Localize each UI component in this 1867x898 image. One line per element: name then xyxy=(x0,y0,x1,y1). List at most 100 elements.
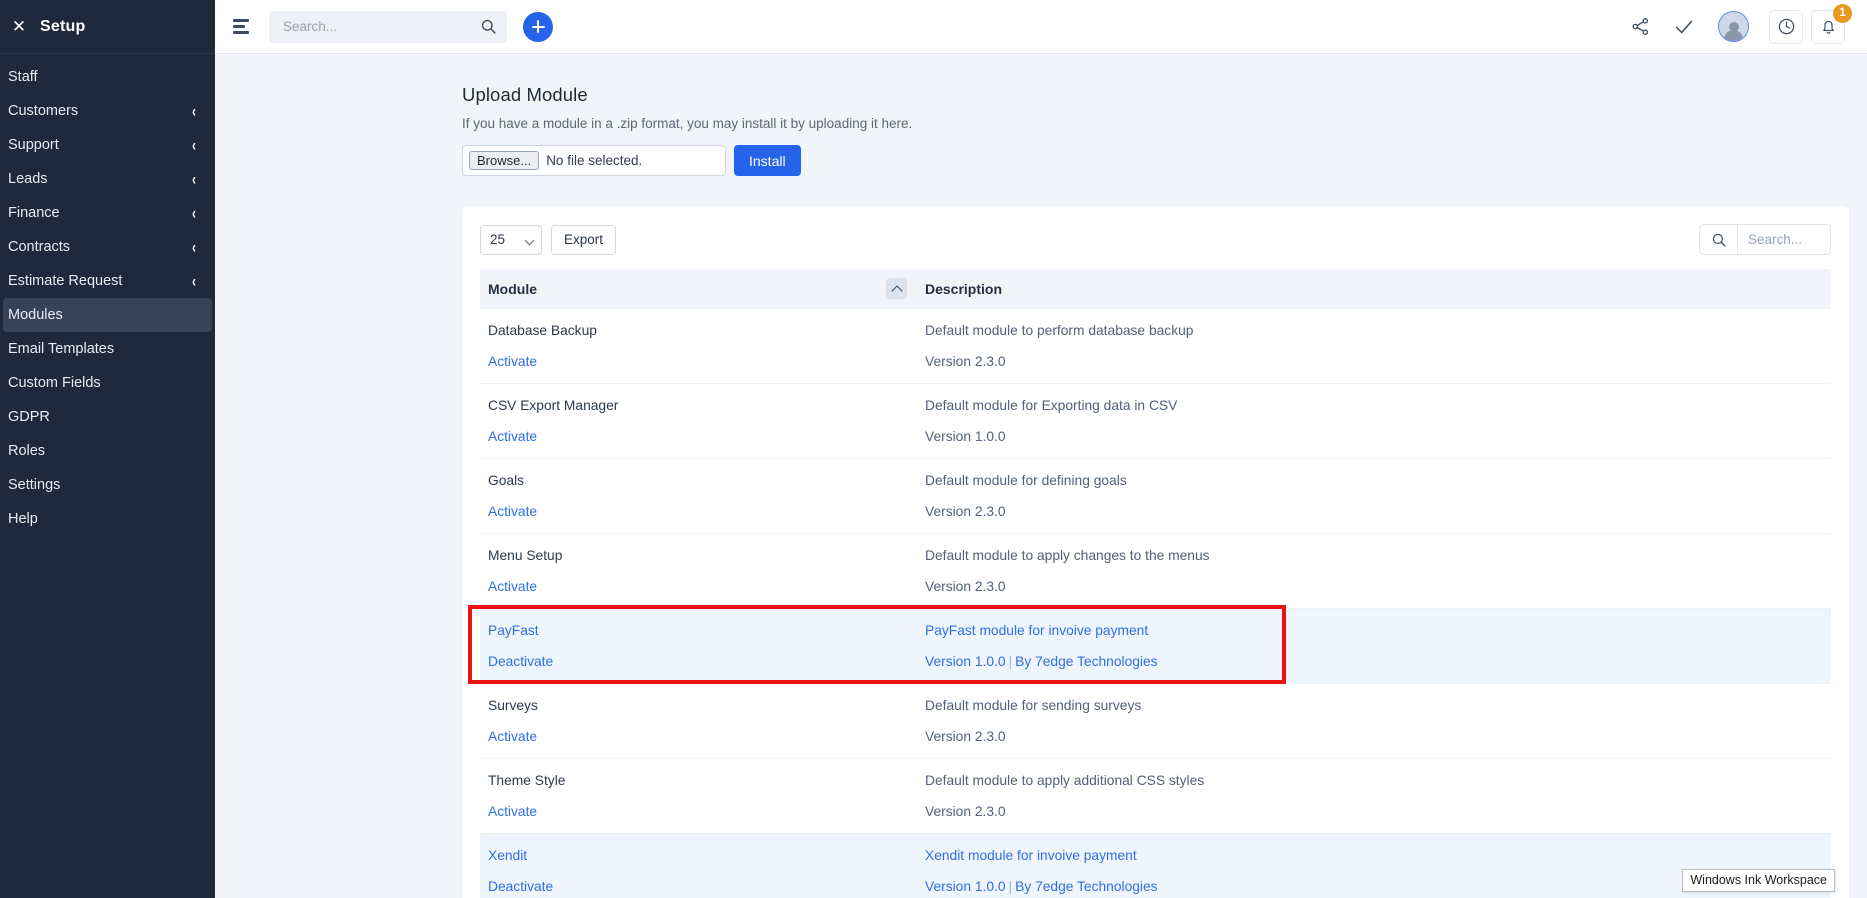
page-title: Upload Module xyxy=(462,84,1867,106)
module-description: Xendit module for invoive payment xyxy=(925,848,1831,863)
sidebar-item-help[interactable]: Help xyxy=(3,502,212,536)
cell-module: Surveys Activate xyxy=(480,684,917,759)
list-menu-icon[interactable] xyxy=(229,14,255,40)
upload-module-section: Upload Module If you have a module in a … xyxy=(215,84,1867,176)
table-body: Database BackupActivateDefault module to… xyxy=(480,309,1831,898)
global-search[interactable] xyxy=(269,11,507,43)
table-header-row: Module Description xyxy=(480,269,1831,309)
cell-module: Database Backup Activate xyxy=(480,309,917,384)
table-search[interactable] xyxy=(1699,224,1831,255)
module-name: PayFast xyxy=(488,623,917,638)
upload-description: If you have a module in a .zip format, y… xyxy=(462,116,1867,131)
module-version: Version 1.0.0 xyxy=(925,429,1006,444)
sidebar-item-label: Custom Fields xyxy=(8,375,198,391)
table-row: Database BackupActivateDefault module to… xyxy=(480,309,1831,384)
module-name: Theme Style xyxy=(488,773,917,788)
table-row: GoalsActivateDefault module for defining… xyxy=(480,459,1831,534)
module-action-link[interactable]: Activate xyxy=(488,729,917,744)
windows-ink-workspace-tooltip: Windows Ink Workspace xyxy=(1682,869,1835,892)
module-author: By 7edge Technologies xyxy=(1015,879,1157,894)
cell-description: Default module to apply additional CSS s… xyxy=(917,759,1831,834)
column-header-description[interactable]: Description xyxy=(917,269,1831,309)
sidebar-item-label: GDPR xyxy=(8,409,198,425)
module-version-line: Version 2.3.0 xyxy=(925,354,1831,369)
cell-module: Theme Style Activate xyxy=(480,759,917,834)
sidebar-item-estimate-request[interactable]: Estimate Request‹ xyxy=(3,264,212,298)
page-content: Upload Module If you have a module in a … xyxy=(215,54,1867,898)
module-version: Version 2.3.0 xyxy=(925,804,1006,819)
page-length-select[interactable]: 102550100 xyxy=(480,225,542,255)
module-action-link[interactable]: Activate xyxy=(488,354,917,369)
modules-card: 102550100 Export xyxy=(462,206,1849,898)
install-button[interactable]: Install xyxy=(734,145,801,176)
module-version-line: Version 1.0.0 xyxy=(925,429,1831,444)
browse-button[interactable]: Browse... xyxy=(469,151,539,170)
module-name: Surveys xyxy=(488,698,917,713)
cell-module: PayFast Deactivate xyxy=(480,609,917,684)
add-new-button[interactable] xyxy=(523,12,553,42)
sidebar-item-custom-fields[interactable]: Custom Fields xyxy=(3,366,212,400)
module-version: Version 2.3.0 xyxy=(925,504,1006,519)
sidebar-item-gdpr[interactable]: GDPR xyxy=(3,400,212,434)
sidebar-nav: StaffCustomers‹Support‹Leads‹Finance‹Con… xyxy=(0,54,215,536)
sidebar-item-finance[interactable]: Finance‹ xyxy=(3,196,212,230)
module-action-link[interactable]: Activate xyxy=(488,804,917,819)
table-toolbar: 102550100 Export xyxy=(480,220,1831,269)
column-header-module[interactable]: Module xyxy=(480,269,917,309)
sidebar-item-label: Roles xyxy=(8,443,198,459)
column-header-module-label: Module xyxy=(488,281,537,297)
upload-controls: Browse... No file selected. Install xyxy=(462,145,1867,176)
chevron-left-icon: ‹ xyxy=(192,204,196,223)
export-button[interactable]: Export xyxy=(551,225,616,255)
main-area: 1 Upload Module If you have a module in … xyxy=(215,0,1867,898)
cell-description: Default module for sending surveys Versio… xyxy=(917,684,1831,759)
chevron-left-icon: ‹ xyxy=(192,170,196,189)
chevron-left-icon: ‹ xyxy=(192,272,196,291)
search-input[interactable] xyxy=(283,19,480,34)
sidebar-item-support[interactable]: Support‹ xyxy=(3,128,212,162)
sidebar-item-contracts[interactable]: Contracts‹ xyxy=(3,230,212,264)
module-action-link[interactable]: Deactivate xyxy=(488,879,917,894)
sidebar-item-label: Finance xyxy=(8,205,192,221)
sidebar-item-customers[interactable]: Customers‹ xyxy=(3,94,212,128)
clock-icon[interactable] xyxy=(1769,10,1803,44)
table-head: Module Description xyxy=(480,269,1831,309)
sidebar-item-label: Contracts xyxy=(8,239,192,255)
sidebar-item-settings[interactable]: Settings xyxy=(3,468,212,502)
bell-icon[interactable]: 1 xyxy=(1811,10,1845,44)
table-search-icon[interactable] xyxy=(1700,225,1738,254)
sidebar-item-staff[interactable]: Staff xyxy=(3,60,212,94)
module-version-line: Version 2.3.0 xyxy=(925,804,1831,819)
avatar-body xyxy=(1724,30,1743,41)
topbar-actions: 1 xyxy=(1618,7,1845,47)
module-description: Default module for sending surveys xyxy=(925,698,1831,713)
module-action-link[interactable]: Activate xyxy=(488,579,917,594)
table-search-input[interactable] xyxy=(1738,225,1830,254)
module-description: Default module for defining goals xyxy=(925,473,1831,488)
chevron-left-icon: ‹ xyxy=(192,136,196,155)
column-header-description-label: Description xyxy=(925,281,1002,297)
sidebar-item-label: Customers xyxy=(8,103,192,119)
module-action-link[interactable]: Activate xyxy=(488,429,917,444)
share-icon[interactable] xyxy=(1618,7,1662,47)
module-name: Database Backup xyxy=(488,323,917,338)
avatar[interactable] xyxy=(1718,11,1749,42)
module-version-line: Version 2.3.0 xyxy=(925,729,1831,744)
close-icon[interactable]: ✕ xyxy=(6,14,32,40)
file-status-label: No file selected. xyxy=(546,153,642,168)
check-icon[interactable] xyxy=(1662,7,1706,47)
sidebar-item-email-templates[interactable]: Email Templates xyxy=(3,332,212,366)
sidebar-header: ✕ Setup xyxy=(0,0,215,54)
version-separator: | xyxy=(1006,879,1016,894)
cell-description: PayFast module for invoive paymentVersio… xyxy=(917,609,1831,684)
sidebar-item-modules[interactable]: Modules xyxy=(3,298,212,332)
sidebar-item-roles[interactable]: Roles xyxy=(3,434,212,468)
module-action-link[interactable]: Activate xyxy=(488,504,917,519)
sidebar-item-leads[interactable]: Leads‹ xyxy=(3,162,212,196)
module-version: Version 2.3.0 xyxy=(925,579,1006,594)
chevron-up-icon[interactable] xyxy=(886,278,907,299)
module-action-link[interactable]: Deactivate xyxy=(488,654,917,669)
module-name: CSV Export Manager xyxy=(488,398,917,413)
file-input[interactable]: Browse... No file selected. xyxy=(462,145,726,176)
search-icon[interactable] xyxy=(480,18,497,35)
